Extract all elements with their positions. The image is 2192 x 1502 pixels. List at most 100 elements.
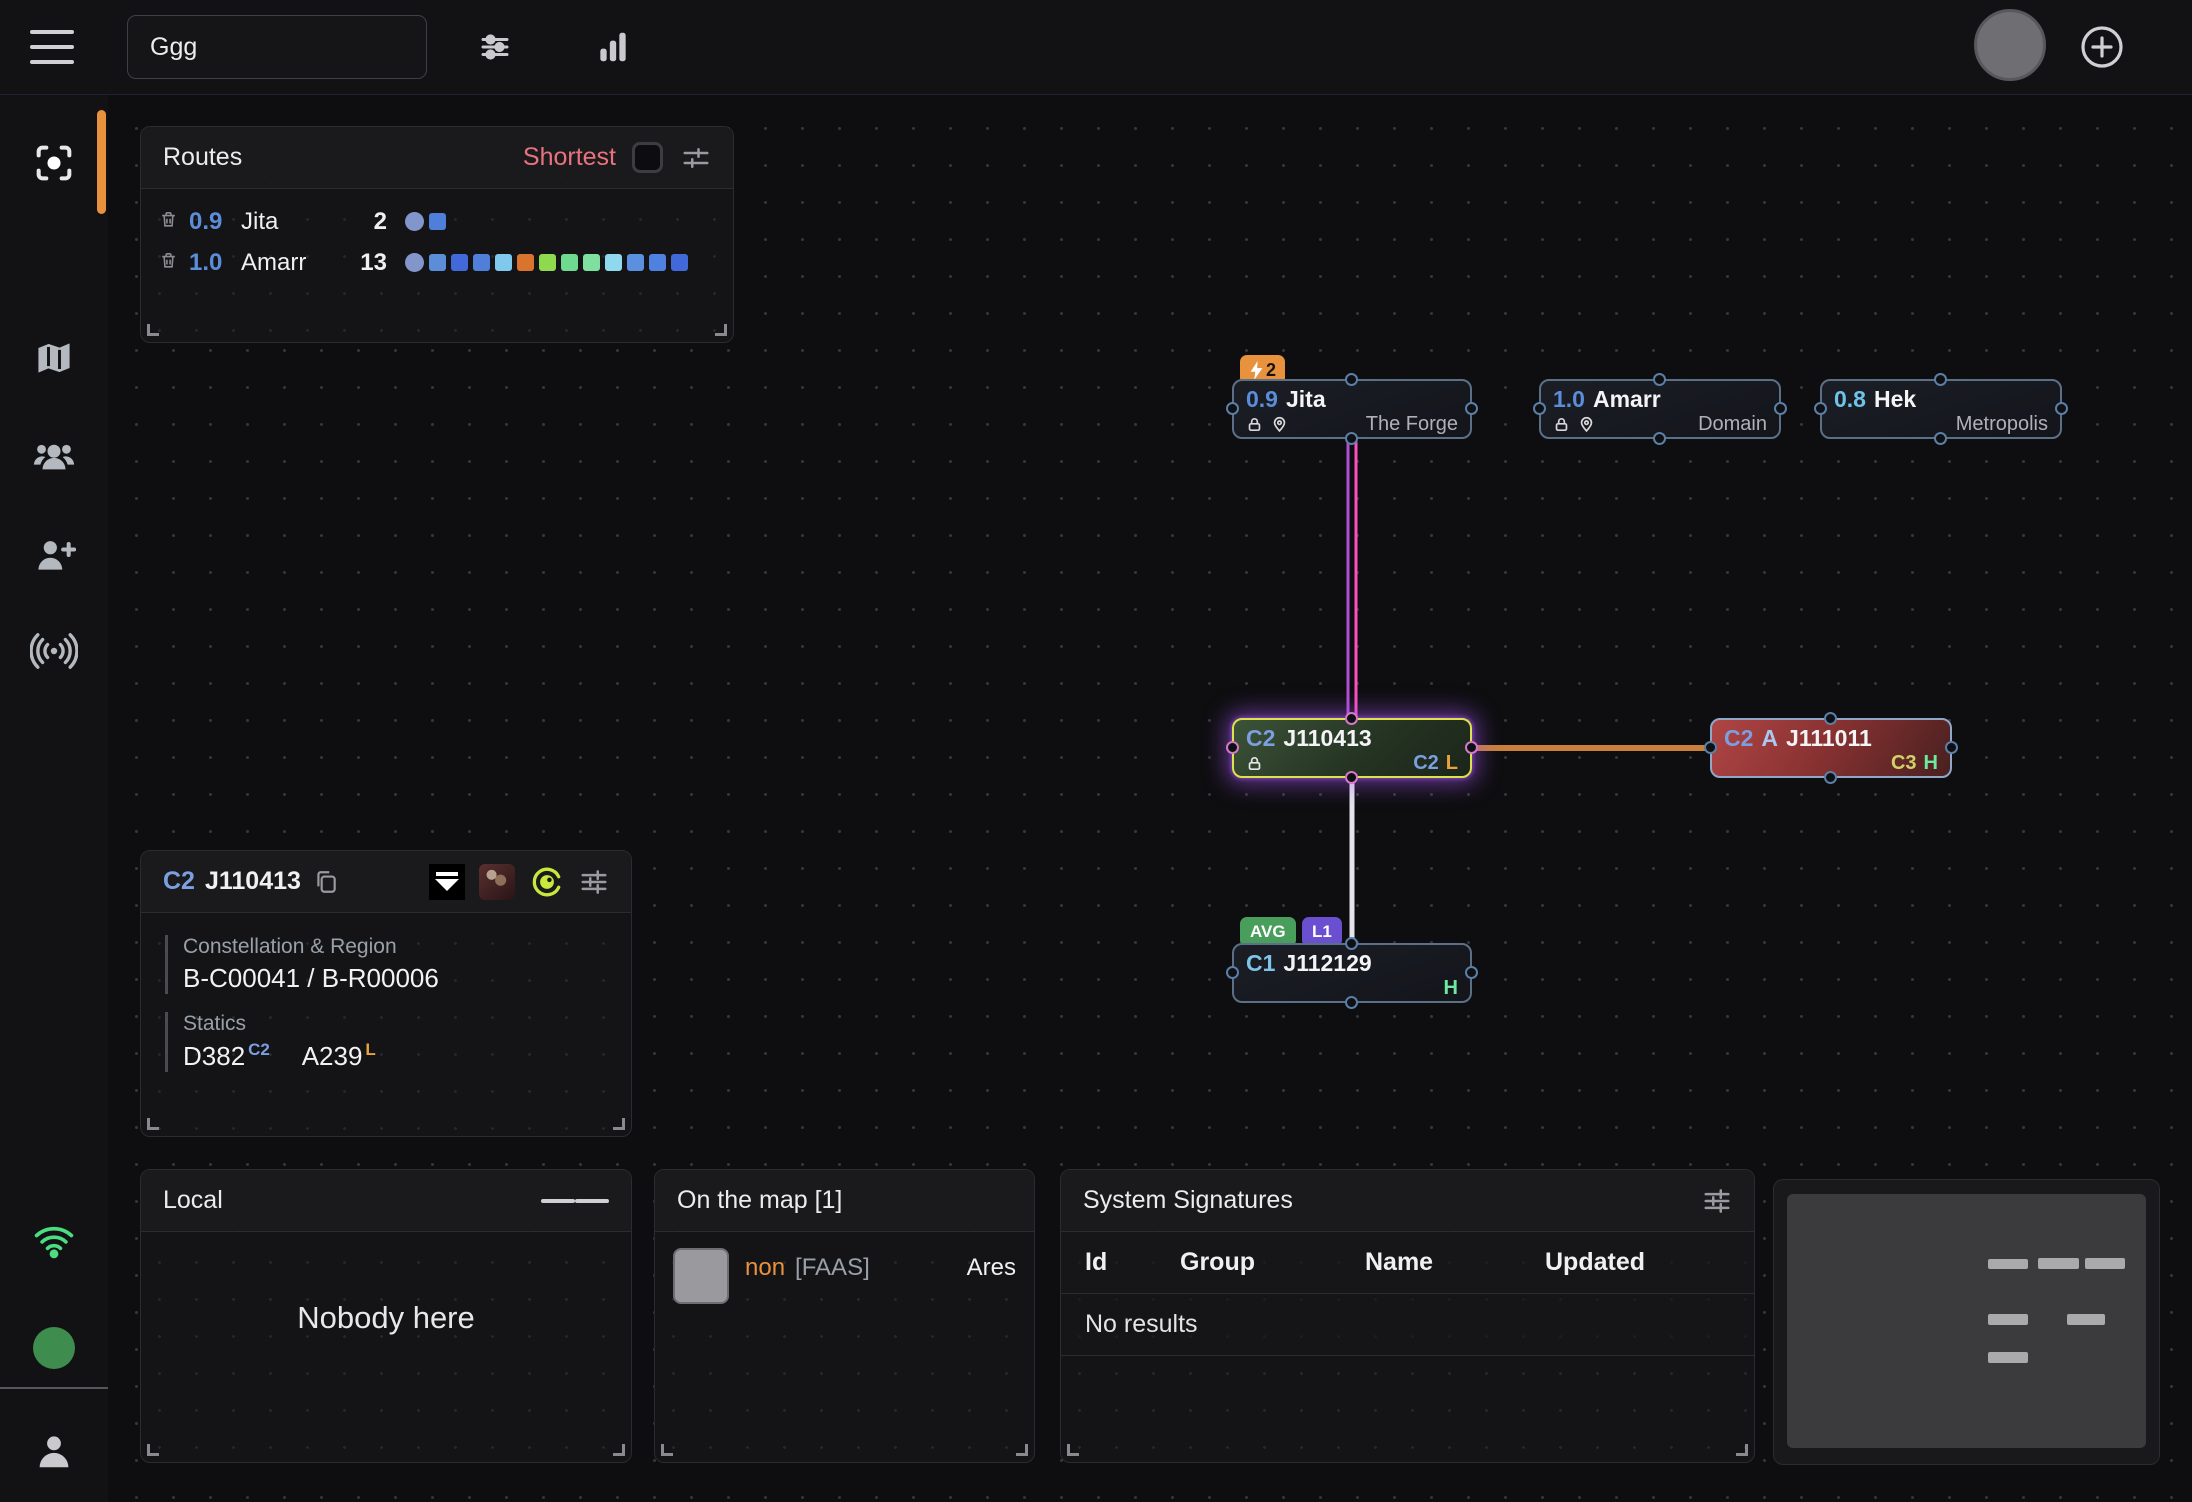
connector-dot[interactable]	[1345, 712, 1358, 725]
signatures-column-id[interactable]: Id	[1085, 1248, 1180, 1277]
connector-dot[interactable]	[1934, 432, 1947, 445]
security-tag: H	[1444, 977, 1458, 999]
connector-dot[interactable]	[1653, 432, 1666, 445]
connector-dot[interactable]	[1814, 402, 1827, 415]
connector-dot[interactable]	[1345, 996, 1358, 1009]
resize-handle[interactable]	[1067, 1444, 1079, 1456]
delete-route-icon[interactable]	[159, 210, 189, 234]
connector-dot[interactable]	[1824, 712, 1837, 725]
connector-dot[interactable]	[1345, 432, 1358, 445]
connector-dot[interactable]	[1345, 937, 1358, 950]
system-node-amarr[interactable]: 1.0Amarr Domain	[1539, 379, 1781, 439]
connector-dot[interactable]	[2055, 402, 2068, 415]
sidebar-item-tracking[interactable]	[28, 137, 80, 189]
connector-dot[interactable]	[1345, 771, 1358, 784]
lock-icon	[1553, 416, 1570, 433]
user-avatar[interactable]	[1974, 9, 2046, 81]
signatures-column-updated[interactable]: Updated	[1545, 1248, 1730, 1277]
connector-dot[interactable]	[1704, 741, 1717, 754]
route-jump-dots	[405, 253, 688, 272]
connector-dot[interactable]	[1824, 771, 1837, 784]
resize-handle[interactable]	[1736, 1444, 1748, 1456]
minimap-panel[interactable]	[1773, 1179, 2160, 1465]
route-destination: Jita	[241, 208, 345, 236]
signatures-header: System Signatures	[1061, 1170, 1754, 1232]
wifi-icon	[32, 1219, 76, 1263]
sidebar-item-add-character[interactable]	[28, 529, 80, 581]
route-jump-square	[539, 254, 556, 271]
system-node-j110413[interactable]: C2J110413 C2L	[1232, 718, 1472, 778]
map-select[interactable]: Ggg	[127, 15, 427, 79]
statistics-icon[interactable]	[588, 22, 638, 72]
add-map-button[interactable]	[2078, 23, 2126, 71]
system-node-hek[interactable]: 0.8Hek Metropolis	[1820, 379, 2062, 439]
resize-handle[interactable]	[147, 324, 159, 336]
online-status-indicator	[33, 1327, 75, 1369]
route-row[interactable]: 0.9 Jita 2	[141, 201, 733, 242]
connector-dot[interactable]	[1226, 402, 1239, 415]
character-portrait[interactable]	[479, 864, 515, 900]
location-pin-icon	[1271, 416, 1288, 433]
storm-count: 2	[1266, 360, 1276, 381]
connector-dot[interactable]	[1226, 966, 1239, 979]
connector-dot[interactable]	[1653, 373, 1666, 386]
route-start-dot	[405, 253, 424, 272]
system-name: J112129	[1283, 949, 1371, 977]
minimap-viewport[interactable]	[1787, 1194, 2146, 1448]
routes-settings-button[interactable]	[681, 143, 711, 173]
security-status: 0.9	[1246, 385, 1278, 413]
shortest-checkbox[interactable]	[632, 142, 663, 173]
route-jump-count: 13	[345, 249, 387, 277]
connector-dot[interactable]	[1345, 373, 1358, 386]
menu-icon[interactable]	[30, 30, 74, 64]
route-security: 1.0	[189, 249, 241, 277]
connector-dot[interactable]	[1774, 402, 1787, 415]
resize-handle[interactable]	[613, 1118, 625, 1130]
scan-target-icon[interactable]	[529, 864, 565, 900]
resize-handle[interactable]	[661, 1444, 673, 1456]
wormhole-class: C2	[1246, 724, 1275, 752]
connector-dot[interactable]	[1945, 741, 1958, 754]
info-settings-button[interactable]	[579, 867, 609, 897]
top-bar: Ggg	[0, 0, 2192, 95]
plus-circle-icon	[2078, 23, 2126, 71]
resize-handle[interactable]	[613, 1444, 625, 1456]
resize-handle[interactable]	[147, 1444, 159, 1456]
sidebar-item-signals[interactable]	[28, 625, 80, 677]
effect-icon[interactable]	[429, 864, 465, 900]
static-leads-to: H	[1924, 752, 1938, 774]
user-profile-icon[interactable]	[28, 1425, 80, 1477]
minimap-node	[2085, 1258, 2125, 1269]
statics-section: Statics D382C2 A239L	[165, 1012, 631, 1072]
route-jump-square	[627, 254, 644, 271]
app-window: Ggg	[0, 0, 2192, 1502]
delete-route-icon[interactable]	[159, 251, 189, 275]
resize-handle[interactable]	[1016, 1444, 1028, 1456]
pilot-row[interactable]: non [FAAS] Ares	[655, 1232, 1034, 1304]
connector-dot[interactable]	[1226, 741, 1239, 754]
signatures-column-group[interactable]: Group	[1180, 1248, 1365, 1277]
pilot-portrait	[673, 1248, 729, 1304]
connector-dot[interactable]	[1465, 966, 1478, 979]
system-node-j112129[interactable]: C1J112129 H	[1232, 943, 1472, 1003]
signatures-column-name[interactable]: Name	[1365, 1248, 1545, 1277]
copy-name-button[interactable]	[313, 869, 339, 895]
resize-handle[interactable]	[715, 324, 727, 336]
sidebar-item-characters[interactable]	[28, 430, 80, 482]
map-settings-icon[interactable]	[470, 22, 520, 72]
connector-dot[interactable]	[1934, 373, 1947, 386]
sidebar-item-maps[interactable]	[28, 332, 80, 384]
minimap-node	[2067, 1314, 2105, 1325]
resize-handle[interactable]	[147, 1118, 159, 1130]
connector-dot[interactable]	[1533, 402, 1546, 415]
system-class-label: C2	[163, 867, 195, 896]
pilot-ship-type: Ares	[967, 1254, 1016, 1282]
system-node-j111011[interactable]: C2AJ111011 C3H	[1710, 718, 1952, 778]
connector-dot[interactable]	[1465, 402, 1478, 415]
route-mode-label: Shortest	[523, 143, 616, 172]
signatures-settings-button[interactable]	[1702, 1186, 1732, 1216]
local-menu-button[interactable]	[541, 1195, 609, 1207]
connector-dot[interactable]	[1465, 741, 1478, 754]
route-row[interactable]: 1.0 Amarr 13	[141, 242, 733, 283]
system-node-jita[interactable]: 0.9Jita The Forge	[1232, 379, 1472, 439]
